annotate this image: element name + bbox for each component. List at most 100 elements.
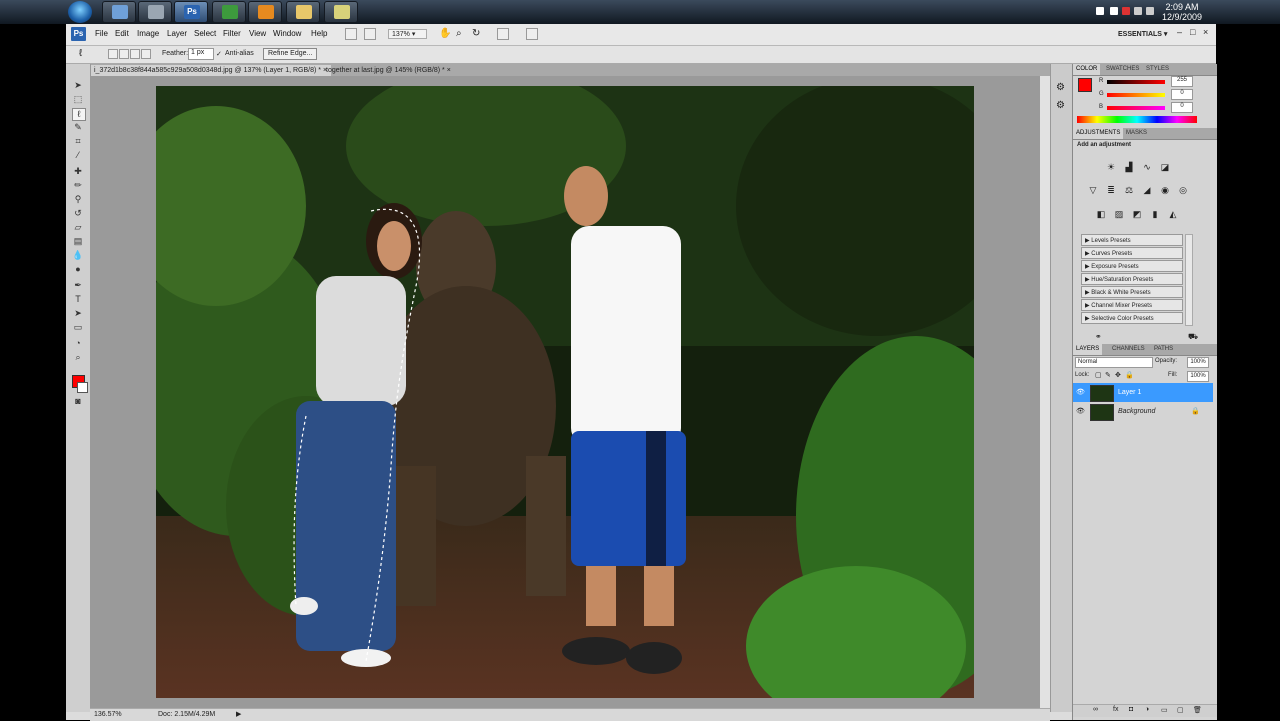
- new-group-icon[interactable]: ▭: [1161, 706, 1168, 714]
- lock-position-icon[interactable]: ✥: [1115, 371, 1121, 379]
- preset-levels[interactable]: ▶ Levels Presets: [1081, 234, 1183, 246]
- hue-saturation-icon[interactable]: ≣: [1105, 185, 1117, 196]
- photo-filter-icon[interactable]: ◉: [1159, 185, 1171, 196]
- threshold-icon[interactable]: ◩: [1131, 209, 1143, 220]
- tab-paths[interactable]: PATHS: [1151, 344, 1176, 355]
- explorer-taskbar-button[interactable]: [102, 1, 136, 23]
- blur-tool-icon[interactable]: 💧: [72, 250, 84, 261]
- color-spectrum-ramp[interactable]: [1077, 116, 1197, 123]
- r-value[interactable]: 255: [1171, 76, 1193, 87]
- launch-bridge-icon[interactable]: [345, 28, 357, 40]
- menu-image[interactable]: Image: [137, 29, 159, 38]
- menu-file[interactable]: File: [95, 29, 108, 38]
- adjustment-footer-icon-right[interactable]: ⛟: [1188, 332, 1198, 342]
- quick-mask-icon[interactable]: ◙: [72, 396, 84, 407]
- b-slider[interactable]: [1107, 106, 1165, 110]
- refine-edge-button[interactable]: Refine Edge...: [263, 48, 318, 60]
- close-button[interactable]: ×: [1203, 27, 1208, 37]
- tray-volume-icon[interactable]: [1146, 7, 1154, 15]
- start-orb-icon[interactable]: [68, 1, 92, 23]
- quick-selection-tool-icon[interactable]: ✎: [72, 122, 84, 133]
- crop-tool-icon[interactable]: ⌗: [72, 136, 84, 147]
- delete-layer-icon[interactable]: 🗑: [1193, 706, 1202, 714]
- canvas-area[interactable]: [90, 76, 1050, 712]
- screen-mode-icon[interactable]: [526, 28, 538, 40]
- rotate-view-icon[interactable]: ↻: [472, 28, 480, 39]
- status-arrow-icon[interactable]: ▶: [236, 710, 241, 718]
- menu-filter[interactable]: Filter: [223, 29, 241, 38]
- presets-scrollbar[interactable]: [1185, 234, 1193, 326]
- layer-row[interactable]: 👁 Background 🔒: [1073, 402, 1213, 421]
- fill-input[interactable]: 100%: [1187, 371, 1209, 382]
- feather-input[interactable]: 1 px: [188, 48, 214, 60]
- hand-tool-icon[interactable]: ✋: [439, 28, 451, 39]
- subtract-selection-icon[interactable]: [130, 49, 140, 59]
- menu-window[interactable]: Window: [273, 29, 301, 38]
- move-tool-icon[interactable]: ➤: [72, 80, 84, 91]
- intersect-selection-icon[interactable]: [141, 49, 151, 59]
- curves-icon[interactable]: ∿: [1141, 162, 1153, 173]
- arrange-documents-icon[interactable]: [364, 28, 376, 40]
- media-player-taskbar-button[interactable]: [212, 1, 246, 23]
- tab-styles[interactable]: STYLES: [1143, 64, 1172, 75]
- lasso-tool-icon[interactable]: ℓ: [72, 108, 86, 121]
- tray-network-icon[interactable]: [1134, 7, 1142, 15]
- tab-swatches[interactable]: SWATCHES: [1103, 64, 1142, 75]
- preset-selective-color[interactable]: ▶ Selective Color Presets: [1081, 312, 1183, 324]
- tab-channels[interactable]: CHANNELS: [1109, 344, 1148, 355]
- preset-curves[interactable]: ▶ Curves Presets: [1081, 247, 1183, 259]
- preset-hue-saturation[interactable]: ▶ Hue/Saturation Presets: [1081, 273, 1183, 285]
- channel-mixer-icon[interactable]: ◎: [1177, 185, 1189, 196]
- tab-layers[interactable]: LAYERS: [1073, 344, 1103, 355]
- zoom-tool-small-icon[interactable]: ⌕: [72, 352, 84, 363]
- color-balance-icon[interactable]: ⚖: [1123, 185, 1135, 196]
- vibrance-icon[interactable]: ▽: [1087, 185, 1099, 196]
- tab-color[interactable]: COLOR: [1073, 64, 1101, 75]
- r-slider[interactable]: [1107, 80, 1165, 84]
- gradient-map-icon[interactable]: ▮: [1149, 209, 1161, 220]
- menu-view[interactable]: View: [249, 29, 266, 38]
- preset-exposure[interactable]: ▶ Exposure Presets: [1081, 260, 1183, 272]
- link-layers-icon[interactable]: ∞: [1093, 706, 1098, 713]
- gradient-tool-icon[interactable]: ▤: [72, 236, 84, 247]
- selective-color-icon[interactable]: ◭: [1167, 209, 1179, 220]
- eyedropper-tool-icon[interactable]: ⁄: [72, 150, 84, 161]
- photoshop-taskbar-button[interactable]: Ps: [174, 1, 208, 23]
- maximize-button[interactable]: □: [1190, 27, 1195, 37]
- brightness-icon[interactable]: ☀: [1105, 162, 1117, 173]
- tray-clock[interactable]: 2:09 AM 12/9/2009: [1162, 2, 1202, 22]
- lock-transparent-icon[interactable]: ▢: [1095, 371, 1102, 379]
- path-selection-tool-icon[interactable]: ➤: [72, 308, 84, 319]
- adjustment-footer-icon[interactable]: ⚭: [1095, 332, 1102, 341]
- menu-layer[interactable]: Layer: [167, 29, 187, 38]
- layer-visibility-icon[interactable]: 👁: [1076, 383, 1085, 402]
- layer-style-icon[interactable]: fx: [1113, 706, 1118, 713]
- new-layer-icon[interactable]: ▢: [1177, 706, 1184, 714]
- tab-masks[interactable]: MASKS: [1123, 128, 1150, 139]
- layer-visibility-icon[interactable]: 👁: [1076, 402, 1085, 421]
- vertical-scrollbar[interactable]: [1040, 76, 1050, 708]
- preset-channel-mixer[interactable]: ▶ Channel Mixer Presets: [1081, 299, 1183, 311]
- workspace-switcher[interactable]: ESSENTIALS ▾: [1118, 30, 1167, 38]
- levels-icon[interactable]: ▟: [1123, 162, 1135, 173]
- history-brush-tool-icon[interactable]: ↺: [72, 208, 84, 219]
- extras-icon[interactable]: [497, 28, 509, 40]
- brush-tool-icon[interactable]: ✏: [72, 180, 84, 191]
- status-zoom[interactable]: 136.57%: [94, 711, 122, 718]
- posterize-icon[interactable]: ▨: [1113, 209, 1125, 220]
- lock-image-icon[interactable]: ✎: [1105, 371, 1111, 379]
- b-value[interactable]: 0: [1171, 102, 1193, 113]
- lasso-preset-icon[interactable]: ℓ: [79, 48, 82, 59]
- color-panel-foreground-swatch[interactable]: [1078, 78, 1092, 92]
- notes-taskbar-button[interactable]: [324, 1, 358, 23]
- antialias-checkbox[interactable]: ✓: [216, 50, 222, 58]
- tab-close-icon[interactable]: ×: [447, 67, 451, 74]
- background-color-swatch[interactable]: [77, 382, 88, 393]
- shape-tool-icon[interactable]: ▭: [72, 322, 84, 333]
- opacity-input[interactable]: 100%: [1187, 357, 1209, 368]
- folder-taskbar-button[interactable]: [286, 1, 320, 23]
- preset-black-white[interactable]: ▶ Black & White Presets: [1081, 286, 1183, 298]
- video-player-taskbar-button[interactable]: [248, 1, 282, 23]
- zoom-tool-icon[interactable]: ⌕: [456, 28, 462, 39]
- menu-help[interactable]: Help: [311, 29, 327, 38]
